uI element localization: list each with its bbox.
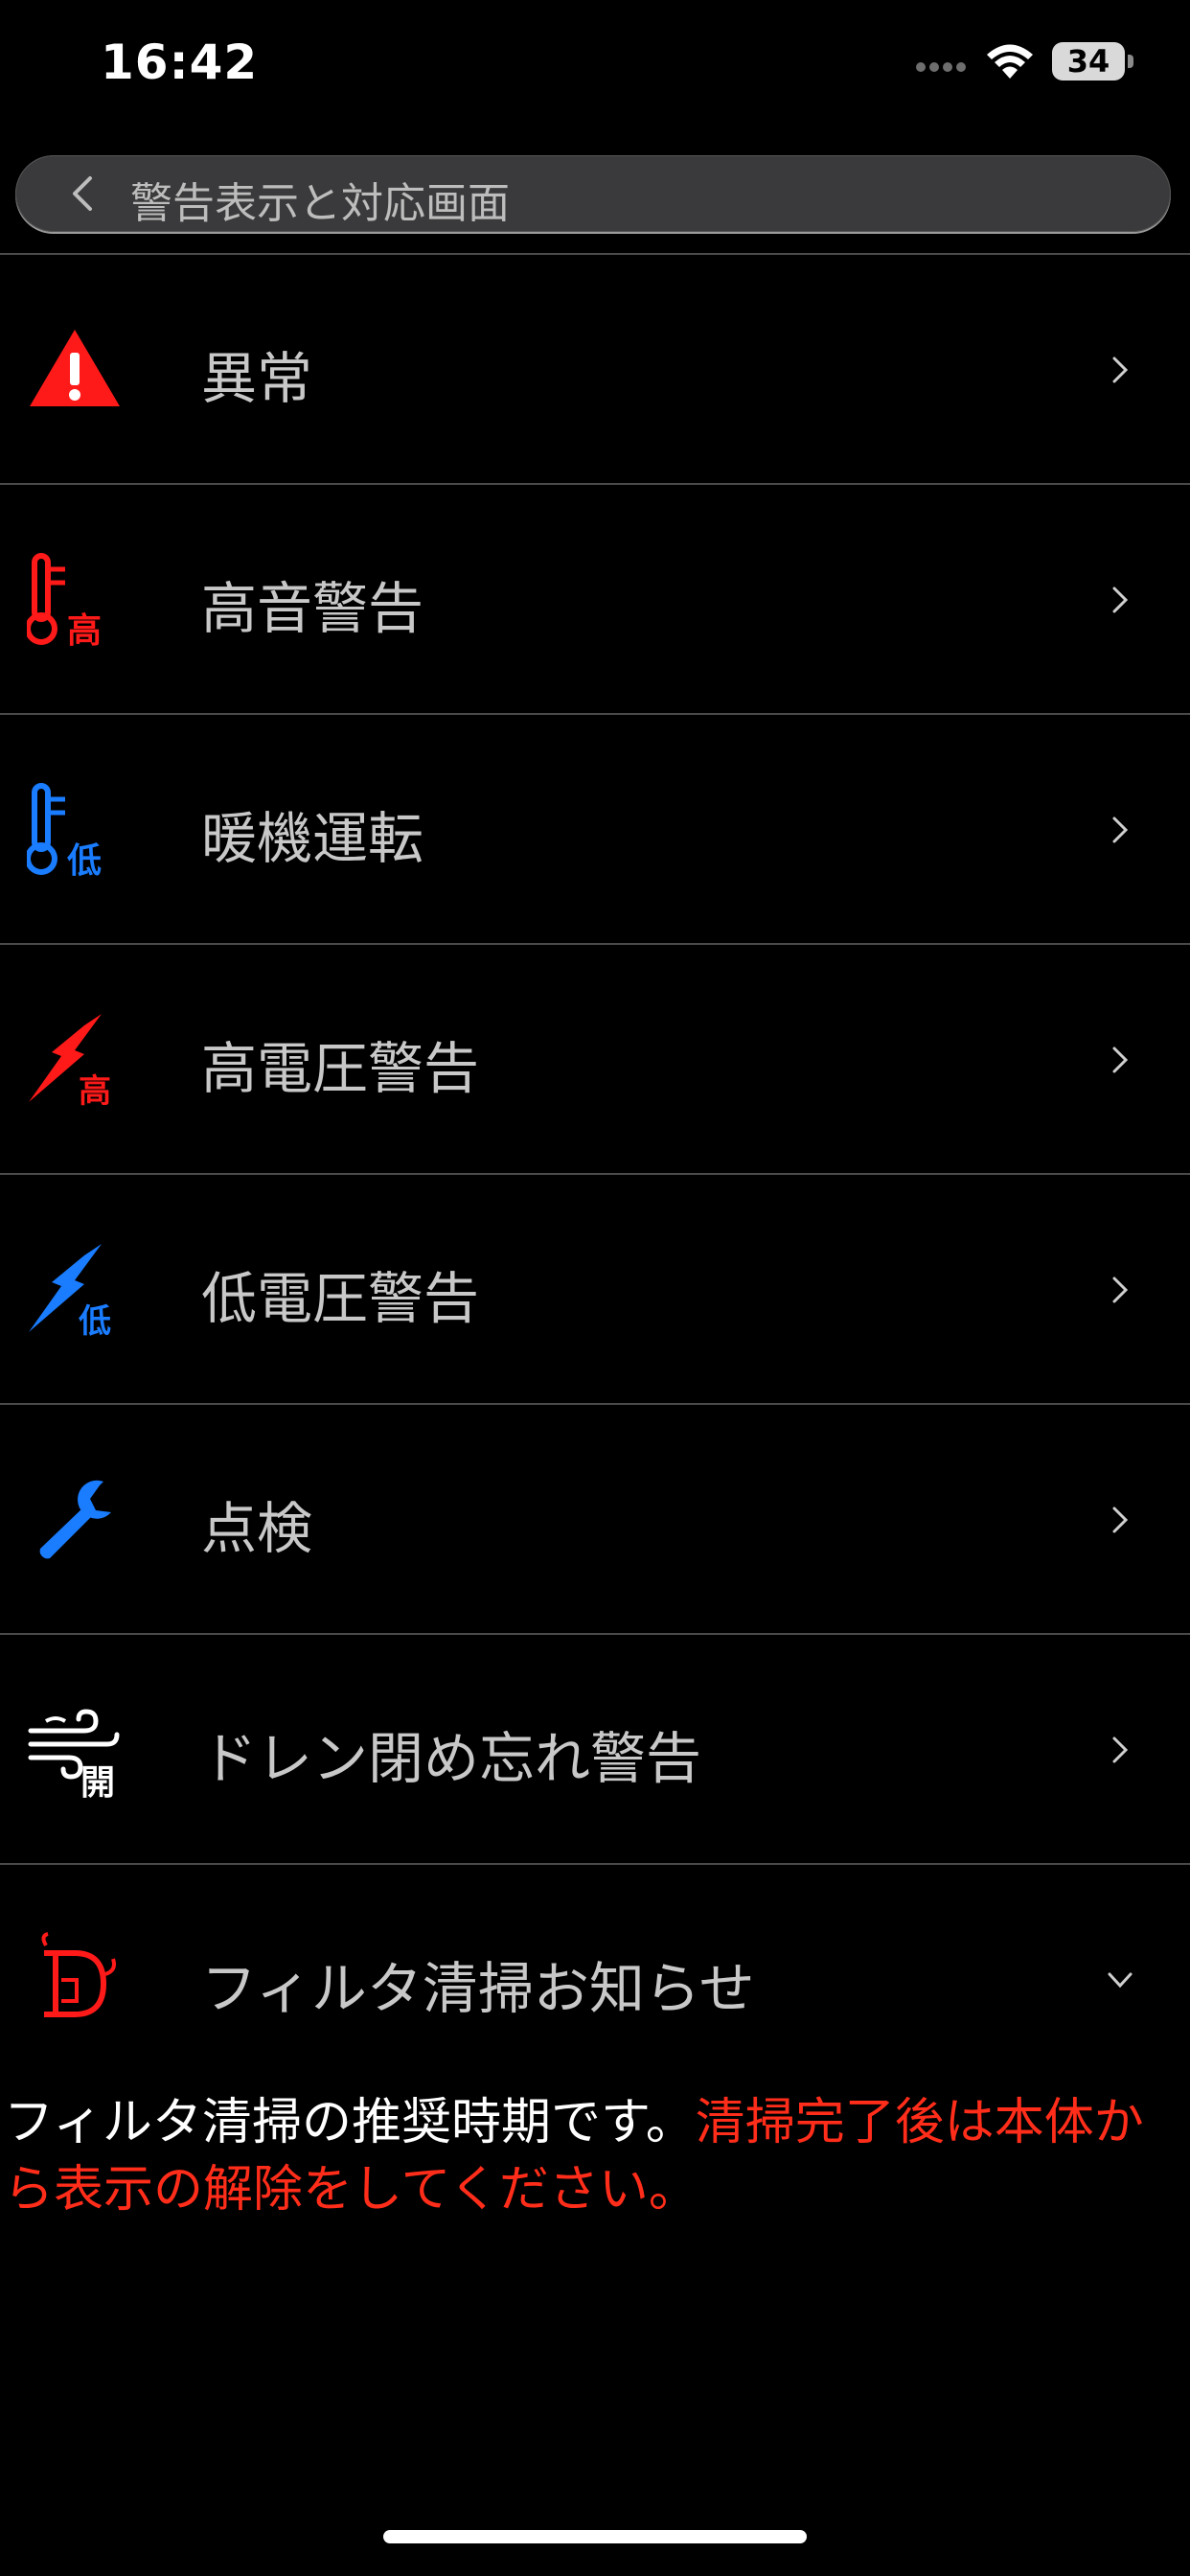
chevron-right-icon (1112, 356, 1129, 383)
list-item-warmup[interactable]: 低 暖機運転 (0, 713, 1190, 943)
item-label: ドレン閉め忘れ警告 (201, 1726, 702, 1791)
thermometer-high-icon: 高 (27, 553, 102, 648)
wind-open-icon: 開 (28, 1709, 120, 1798)
battery-icon: 34 (1052, 42, 1125, 80)
page-title: 警告表示と対応画面 (130, 179, 510, 228)
chevron-right-icon (1112, 1276, 1129, 1303)
badge-high: 高 (67, 611, 102, 648)
back-chevron-icon[interactable] (63, 172, 102, 215)
thermometer-low-icon: 低 (27, 783, 102, 878)
list-item-abnormal[interactable]: 異常 (0, 253, 1190, 483)
chevron-down-icon (1108, 1972, 1133, 1989)
filter-message: フィルタ清掃の推奨時期です。清掃完了後は本体から表示の解除をしてください。 (4, 2089, 1190, 2223)
status-time: 16:42 (101, 34, 259, 90)
list-item-drain[interactable]: 開 ドレン閉め忘れ警告 (0, 1633, 1190, 1863)
chevron-right-icon (1112, 1046, 1129, 1073)
lightning-low-icon: 低 (29, 1244, 111, 1338)
wrench-icon (39, 1480, 111, 1559)
wifi-icon (987, 44, 1033, 79)
item-label: 異常 (201, 346, 313, 411)
warning-triangle-icon (30, 330, 120, 406)
chevron-right-icon (1112, 816, 1129, 843)
warning-list: 異常 高 高音警告 低 暖機運転 高 高電圧警告 低 低電圧警告 点検 開 ドレ… (0, 253, 1190, 2093)
chevron-right-icon (1112, 586, 1129, 613)
badge-low: 低 (79, 1302, 111, 1338)
item-label: フィルタ清掃お知らせ (201, 1956, 755, 2021)
status-bar: 16:42 34 (0, 0, 1190, 134)
home-indicator[interactable] (383, 2530, 807, 2543)
item-label: 高音警告 (201, 576, 424, 641)
list-item-high-temp[interactable]: 高 高音警告 (0, 483, 1190, 713)
chevron-right-icon (1112, 1736, 1129, 1763)
battery-tip (1128, 55, 1133, 68)
lightning-high-icon: 高 (29, 1014, 111, 1108)
message-white: フィルタ清掃の推奨時期です。 (4, 2094, 696, 2151)
badge-high: 高 (79, 1072, 111, 1108)
list-item-inspection[interactable]: 点検 (0, 1403, 1190, 1633)
list-item-high-voltage[interactable]: 高 高電圧警告 (0, 943, 1190, 1173)
badge-low: 低 (67, 841, 102, 878)
chevron-right-icon (1112, 1506, 1129, 1533)
item-label: 高電圧警告 (201, 1036, 480, 1101)
item-label: 暖機運転 (201, 806, 424, 871)
signal-icon (916, 58, 970, 76)
filter-icon (41, 1932, 116, 2017)
list-item-low-voltage[interactable]: 低 低電圧警告 (0, 1173, 1190, 1403)
badge-open: 開 (80, 1763, 115, 1798)
item-label: 点検 (201, 1496, 313, 1561)
nav-bar[interactable]: 警告表示と対応画面 (15, 155, 1171, 232)
item-label: 低電圧警告 (201, 1266, 480, 1331)
list-item-filter[interactable]: フィルタ清掃お知らせ (0, 1863, 1190, 2093)
